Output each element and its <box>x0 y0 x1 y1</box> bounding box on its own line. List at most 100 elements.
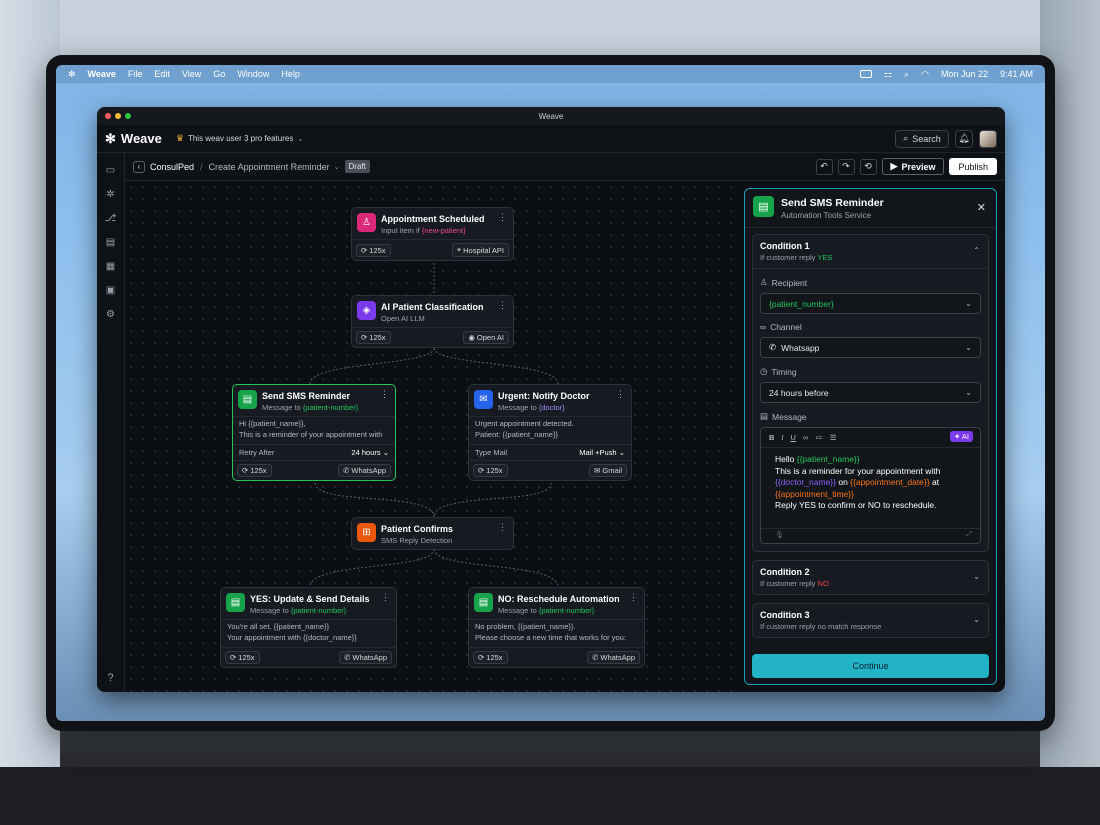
message-text[interactable]: Hello {{patient_name}} This is a reminde… <box>761 448 980 528</box>
spotlight-icon[interactable]: ⌕ <box>904 69 909 80</box>
close-window-button[interactable] <box>105 113 111 119</box>
node-appointment-scheduled[interactable]: ♙ Appointment Scheduled Input item if {n… <box>351 207 514 261</box>
ai-button[interactable]: ✦ AI <box>949 431 973 442</box>
type-mail-row[interactable]: Type Mail Mail +Push ⌄ <box>469 444 631 460</box>
layers-icon: ◈ <box>357 301 376 320</box>
message-line: No problem, {{patient_name}}. <box>475 622 576 631</box>
sidebar: ▭ ✲ ⎇ ▤ ▦ ▣ ⚙ ? <box>97 153 125 692</box>
more-icon[interactable]: ⋮ <box>498 212 507 223</box>
node-notify-doctor[interactable]: ✉ Urgent: Notify Doctor Message to {doct… <box>468 384 632 481</box>
battery-icon[interactable] <box>859 70 872 78</box>
numbered-list-icon[interactable]: ☰ <box>830 433 837 442</box>
pro-features-label: This weav user 3 pro features <box>187 134 294 143</box>
message-line: Patient: {{patient_name}} <box>475 430 558 439</box>
preview-label: Preview <box>901 161 936 172</box>
node-subtitle: Message to {patient-number} <box>250 606 347 615</box>
service-chip: ✆ WhatsApp <box>339 651 392 664</box>
undo-button[interactable]: ↶ <box>815 158 833 175</box>
more-icon[interactable]: ⋮ <box>629 592 638 603</box>
type-mail-select[interactable]: Mail +Push ⌄ <box>579 448 625 457</box>
menu-window[interactable]: Window <box>237 69 269 79</box>
menu-edit[interactable]: Edit <box>154 69 170 79</box>
breadcrumb-project[interactable]: ConsulPed <box>150 162 194 172</box>
wifi-icon[interactable]: ◠ <box>921 69 929 80</box>
publish-button[interactable]: Publish <box>949 158 997 175</box>
api-icon: ⌖ <box>456 245 462 254</box>
condition-2[interactable]: Condition 2 If customer reply NO ⌄ <box>752 560 989 595</box>
message-editor[interactable]: B I U ∞ ≔ ☰ ✦ AI Hello {{patient_name}} … <box>760 427 981 544</box>
bullet-list-icon[interactable]: ≔ <box>815 433 823 442</box>
workflow-canvas[interactable]: ♙ Appointment Scheduled Input item if {n… <box>125 181 742 692</box>
expand-icon[interactable]: ⤢ <box>966 531 972 539</box>
control-center-icon[interactable]: ⚏ <box>884 69 892 80</box>
avatar[interactable] <box>979 129 997 148</box>
retry-after-select[interactable]: 24 hours ⌄ <box>351 448 389 457</box>
more-icon[interactable]: ⋮ <box>498 522 507 533</box>
folder-icon[interactable]: ▭ <box>104 163 118 177</box>
edge-confirms-yes <box>309 548 435 588</box>
run-count-chip: ⟳ 125x <box>473 651 508 664</box>
nodes-icon[interactable]: ✲ <box>104 187 118 201</box>
preview-button[interactable]: ▶ Preview <box>881 158 945 175</box>
menu-view[interactable]: View <box>182 69 201 79</box>
zoom-window-button[interactable] <box>125 113 131 119</box>
settings-icon[interactable]: ⚙ <box>104 307 118 321</box>
condition-3[interactable]: Condition 3 If customer reply no match r… <box>752 603 989 638</box>
microphone-icon[interactable]: 🎙︎ <box>775 531 784 539</box>
link-icon[interactable]: ∞ <box>803 433 808 442</box>
message-line: Please choose a new time that works for … <box>475 633 626 642</box>
menubar-app-name[interactable]: Weave <box>88 69 116 79</box>
menu-file[interactable]: File <box>128 69 143 79</box>
recipient-label: ♙ Recipient <box>760 277 808 288</box>
recipient-select[interactable]: {patient_number} ⌄ <box>760 293 981 314</box>
pro-features-dropdown[interactable]: ♛ This weav user 3 pro features ⌄ <box>176 133 303 144</box>
italic-icon[interactable]: I <box>781 433 783 442</box>
search-button[interactable]: ⌕ Search <box>895 129 949 148</box>
node-ai-classification[interactable]: ◈ AI Patient Classification Open AI LLM … <box>351 295 514 348</box>
menubar-date[interactable]: Mon Jun 22 <box>941 69 988 79</box>
more-icon[interactable]: ⋮ <box>380 389 389 400</box>
chevron-down-icon: ⌄ <box>618 448 625 457</box>
back-button[interactable]: ‹ <box>133 160 145 173</box>
more-icon[interactable]: ⋮ <box>616 389 625 400</box>
refresh-icon: ⟳ <box>242 466 249 475</box>
node-subtitle: Input item if {new-patient} <box>381 226 466 235</box>
node-patient-confirms[interactable]: ⊞ Patient Confirms SMS Reply Detection ⋮ <box>351 517 514 550</box>
redo-button[interactable]: ↷ <box>837 158 855 175</box>
channel-select[interactable]: ✆ Whatsapp ⌄ <box>760 337 981 358</box>
refresh-icon: ⟳ <box>361 245 368 255</box>
calendar-icon[interactable]: ▦ <box>104 259 118 273</box>
chat-icon[interactable]: ▤ <box>104 235 118 249</box>
menubar-time[interactable]: 9:41 AM <box>1000 69 1033 79</box>
menu-help[interactable]: Help <box>281 69 300 79</box>
continue-button[interactable]: Continue <box>752 654 989 678</box>
node-yes-update[interactable]: ▤ YES: Update & Send Details Message to … <box>220 587 397 668</box>
condition-title: Condition 2 <box>760 567 810 577</box>
close-icon[interactable]: ✕ <box>977 201 986 214</box>
node-send-sms-reminder[interactable]: ▤ Send SMS Reminder Message to {patient-… <box>232 384 396 481</box>
breadcrumb-page[interactable]: Create Appointment Reminder <box>209 162 330 172</box>
more-icon[interactable]: ⋮ <box>381 592 390 603</box>
node-title: AI Patient Classification <box>381 302 484 312</box>
app-logo[interactable]: ✻ Weave <box>105 131 162 147</box>
history-button[interactable]: ⟲ <box>859 158 877 175</box>
edge-classification-sms <box>309 347 435 385</box>
workflow-icon[interactable]: ⎇ <box>104 211 118 225</box>
apple-logo-icon[interactable]: ✻ <box>68 69 76 80</box>
notifications-button[interactable]: 🔔︎ <box>955 129 973 148</box>
help-icon[interactable]: ? <box>107 672 113 684</box>
menu-go[interactable]: Go <box>213 69 225 79</box>
bold-icon[interactable]: B <box>769 433 774 442</box>
underline-icon[interactable]: U <box>791 433 796 442</box>
node-no-reschedule[interactable]: ▤ NO: Reschedule Automation Message to {… <box>468 587 645 668</box>
archive-icon[interactable]: ▣ <box>104 283 118 297</box>
condition-1-header[interactable]: Condition 1 If customer reply YES ⌃ <box>753 235 988 269</box>
chevron-down-icon[interactable]: ⌄ <box>334 163 340 171</box>
chevron-down-icon: ⌄ <box>382 448 389 457</box>
timing-select[interactable]: 24 hours before ⌄ <box>760 382 981 403</box>
minimize-window-button[interactable] <box>115 113 121 119</box>
play-icon: ▶ <box>890 161 898 171</box>
retry-after-row[interactable]: Retry After 24 hours ⌄ <box>233 444 395 460</box>
app-window: Weave ✻ Weave ♛ This weav user 3 pro fea… <box>97 107 1005 692</box>
more-icon[interactable]: ⋮ <box>498 300 507 311</box>
